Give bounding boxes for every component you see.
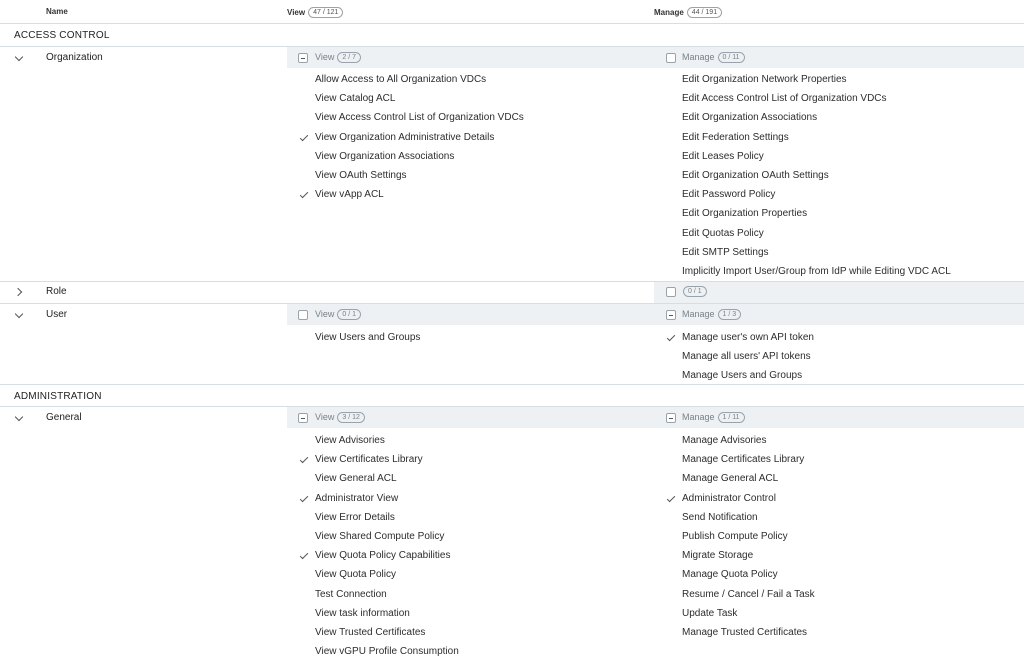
permission-item[interactable]: Edit Organization OAuth Settings [682,170,829,181]
permission-item[interactable]: View Advisories [315,435,385,446]
permission-item[interactable]: Edit Organization Associations [682,112,817,123]
permission-item[interactable]: Edit Access Control List of Organization… [682,93,887,104]
chevron-down-icon[interactable] [14,53,24,63]
manage-column-header[interactable]: Manage 44 / 191 [654,7,723,18]
view-select-all-label: View 0 / 1 [315,309,361,320]
view-count-badge: 47 / 121 [308,7,344,18]
permission-item[interactable]: View Organization Associations [315,151,454,162]
table-header: Name View 47 / 121 Manage 44 / 191 [0,0,1024,24]
permission-item[interactable]: Resume / Cancel / Fail a Task [682,589,815,600]
section-title: ACCESS CONTROL [14,30,110,41]
permission-item[interactable]: View Quota Policy Capabilities [315,550,450,561]
section-administration: ADMINISTRATION [0,384,1024,407]
permission-item[interactable]: Manage Advisories [682,435,767,446]
view-select-all-label: View 2 / 7 [315,52,361,63]
checkmark-icon [667,333,677,343]
manage-select-all-checkbox[interactable] [666,287,676,297]
permission-item[interactable]: Edit SMTP Settings [682,247,769,258]
count-badge: 3 / 12 [337,412,365,423]
permission-item[interactable]: Administrator Control [682,493,776,504]
manage-select-all-label: Manage 0 / 11 [682,52,745,63]
permission-item[interactable]: View Users and Groups [315,332,420,343]
manage-select-all-checkbox[interactable] [666,413,676,423]
section-title: ADMINISTRATION [14,391,102,402]
checkmark-icon [300,455,310,465]
manage-select-all-label: Manage 1 / 11 [682,412,745,423]
permission-item[interactable]: View Trusted Certificates [315,627,425,638]
permission-item[interactable]: Migrate Storage [682,550,753,561]
count-badge: 0 / 1 [683,286,707,297]
permission-item[interactable]: View Catalog ACL [315,93,395,104]
permission-item[interactable]: Manage Users and Groups [682,370,802,381]
manage-select-all-checkbox[interactable] [666,53,676,63]
checkmark-icon [667,494,677,504]
view-select-all-checkbox[interactable] [298,310,308,320]
permission-item[interactable]: Manage General ACL [682,473,778,484]
permission-item[interactable]: Send Notification [682,512,758,523]
chevron-down-icon[interactable] [14,310,24,320]
count-badge: 2 / 7 [337,52,361,63]
permission-item[interactable]: Implicitly Import User/Group from IdP wh… [682,266,951,277]
permission-item[interactable]: View Certificates Library [315,454,423,465]
permission-item[interactable]: View Error Details [315,512,395,523]
checkmark-icon [300,190,310,200]
checkmark-icon [300,133,310,143]
group-role: Role 0 / 1 [0,282,1024,303]
name-column-header[interactable]: Name [46,7,68,16]
count-badge: 0 / 11 [717,52,745,63]
permission-item[interactable]: Update Task [682,608,737,619]
permission-item[interactable]: Edit Password Policy [682,189,775,200]
checkmark-icon [300,551,310,561]
permission-item[interactable]: Manage Quota Policy [682,569,778,580]
section-access-control: ACCESS CONTROL [0,24,1024,47]
permission-item[interactable]: Manage user's own API token [682,332,814,343]
permission-item[interactable]: Manage all users' API tokens [682,351,811,362]
view-select-all-label: View 3 / 12 [315,412,365,423]
group-name: User [46,309,68,320]
group-general: General View 3 / 12 Manage 1 / 11 View Adv… [0,407,1024,661]
manage-select-all-label: Manage 1 / 3 [682,309,742,320]
count-badge: 1 / 3 [717,309,742,320]
count-badge: 1 / 11 [717,412,745,423]
permission-item[interactable]: Edit Federation Settings [682,132,789,143]
permission-item[interactable]: Publish Compute Policy [682,531,788,542]
permission-item[interactable]: View General ACL [315,473,397,484]
manage-select-all-checkbox[interactable] [666,310,676,320]
permission-item[interactable]: Administrator View [315,493,398,504]
view-select-all-checkbox[interactable] [298,413,308,423]
manage-select-all-label: 0 / 1 [680,286,707,297]
permission-item[interactable]: Allow Access to All Organization VDCs [315,74,486,85]
group-name: General [46,412,82,423]
view-column-header[interactable]: View 47 / 121 [287,7,344,18]
permission-item[interactable]: View Quota Policy [315,569,396,580]
chevron-right-icon[interactable] [14,287,24,297]
permission-item[interactable]: View OAuth Settings [315,170,407,181]
permission-item[interactable]: View Organization Administrative Details [315,132,494,143]
permission-item[interactable]: View Access Control List of Organization… [315,112,524,123]
permission-item[interactable]: Edit Organization Properties [682,208,807,219]
permission-item[interactable]: Edit Leases Policy [682,151,764,162]
manage-select-bar [654,282,1024,303]
group-user: User View 0 / 1 Manage 1 / 3 View Users an… [0,304,1024,384]
permission-item[interactable]: View vGPU Profile Consumption [315,646,459,657]
permission-item[interactable]: View task information [315,608,410,619]
group-name: Role [46,286,67,297]
count-badge: 0 / 1 [337,309,361,320]
permission-item[interactable]: View vApp ACL [315,189,384,200]
chevron-down-icon[interactable] [14,413,24,423]
permission-item[interactable]: Edit Quotas Policy [682,228,764,239]
permission-item[interactable]: Manage Certificates Library [682,454,804,465]
checkmark-icon [300,494,310,504]
permission-item[interactable]: Manage Trusted Certificates [682,627,807,638]
group-name: Organization [46,52,103,63]
permission-item[interactable]: View Shared Compute Policy [315,531,444,542]
permission-item[interactable]: Test Connection [315,589,387,600]
permission-item[interactable]: Edit Organization Network Properties [682,74,847,85]
manage-count-badge: 44 / 191 [686,7,723,18]
view-select-all-checkbox[interactable] [298,53,308,63]
group-organization: Organization View 2 / 7 Manage 0 / 11 Allo… [0,47,1024,281]
